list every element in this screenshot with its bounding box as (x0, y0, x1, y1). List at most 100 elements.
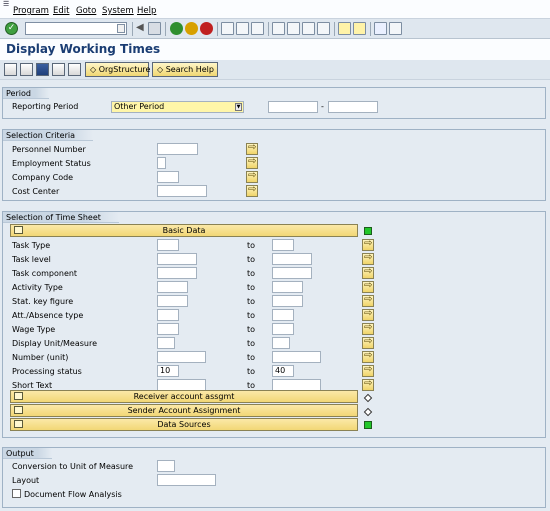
multiple-selection-button[interactable] (362, 336, 374, 349)
menu-help[interactable]: Help (137, 6, 156, 16)
range-to-field[interactable] (272, 239, 294, 251)
next-page-icon[interactable] (302, 22, 315, 35)
menu-goto[interactable]: Goto (76, 6, 96, 16)
multiple-selection-button[interactable] (362, 364, 374, 377)
back-arrow-icon[interactable]: ◀ (136, 22, 144, 33)
sender-account-block[interactable]: Sender Account Assignment (10, 404, 358, 417)
command-dropdown-icon[interactable] (117, 24, 125, 33)
enter-icon[interactable]: ✓ (5, 22, 18, 35)
multiple-selection-button[interactable] (362, 294, 374, 307)
create-session-icon[interactable] (338, 22, 351, 35)
personnel-number-field[interactable] (157, 143, 198, 155)
cancel-icon[interactable] (200, 22, 213, 35)
print-icon[interactable] (221, 22, 234, 35)
company-code-field[interactable] (157, 171, 179, 183)
period-dash: - (321, 102, 324, 111)
basic-data-block[interactable]: Basic Data (10, 224, 358, 237)
first-page-icon[interactable] (272, 22, 285, 35)
save-icon[interactable] (148, 22, 161, 35)
multiple-selection-button[interactable] (362, 266, 374, 279)
multiple-selection-button[interactable] (362, 238, 374, 251)
multiple-selection-button[interactable] (362, 378, 374, 391)
range-from-field[interactable] (157, 281, 188, 293)
range-to-label: to (247, 353, 256, 362)
range-from-field[interactable] (157, 253, 197, 265)
multiple-selection-button[interactable] (246, 142, 258, 155)
menu-program[interactable]: Program (13, 6, 49, 16)
range-from-field[interactable] (157, 351, 206, 363)
output-group: Output Conversion to Unit of Measure Lay… (2, 447, 546, 508)
document-flow-label: Document Flow Analysis (24, 490, 122, 499)
menu-edit[interactable]: Edit (53, 6, 69, 16)
help-icon[interactable] (374, 22, 387, 35)
range-from-field[interactable] (157, 337, 175, 349)
range-to-field[interactable] (272, 351, 321, 363)
time-sheet-row-label: Task component (12, 269, 78, 278)
cost-center-field[interactable] (157, 185, 207, 197)
period-to-field[interactable] (328, 101, 378, 113)
system-toolbar: ✓ ◀ (0, 19, 550, 39)
find-next-icon[interactable] (251, 22, 264, 35)
reporting-period-select[interactable]: Other Period ▼ (111, 101, 244, 113)
range-from-field[interactable]: 10 (157, 365, 179, 377)
range-from-field[interactable] (157, 295, 188, 307)
multiple-selection-button[interactable] (362, 308, 374, 321)
range-to-label: to (247, 297, 256, 306)
multiple-selection-button[interactable] (246, 184, 258, 197)
range-from-field[interactable] (157, 309, 179, 321)
selection-options-icon[interactable] (52, 63, 65, 76)
data-sources-label: Data Sources (157, 420, 211, 429)
menu-system[interactable]: System (102, 6, 134, 16)
exit-icon[interactable] (185, 22, 198, 35)
range-to-field[interactable]: 40 (272, 365, 294, 377)
range-from-field[interactable] (157, 323, 179, 335)
dynamic-selections-icon[interactable] (68, 63, 81, 76)
range-to-field[interactable] (272, 337, 290, 349)
search-help-button[interactable]: ◇ Search Help (152, 62, 218, 77)
orgstructure-button[interactable]: ◇ OrgStructure (85, 62, 150, 77)
back-icon[interactable] (170, 22, 183, 35)
variant-icon[interactable] (20, 63, 33, 76)
range-to-field[interactable] (272, 323, 294, 335)
cost-center-label: Cost Center (12, 187, 60, 196)
dropdown-icon[interactable]: ▼ (235, 103, 242, 111)
range-to-field[interactable] (272, 281, 303, 293)
info-icon[interactable] (36, 63, 49, 76)
toolbar-separator (334, 22, 335, 36)
period-from-field[interactable] (268, 101, 318, 113)
range-to-field[interactable] (272, 267, 312, 279)
document-flow-checkbox[interactable] (12, 489, 21, 498)
receiver-account-block[interactable]: Receiver account assgmt (10, 390, 358, 403)
shortcut-icon[interactable] (353, 22, 366, 35)
execute-icon[interactable] (4, 63, 17, 76)
multiple-selection-button[interactable] (362, 252, 374, 265)
layout-menu-icon[interactable] (389, 22, 402, 35)
range-to-field[interactable] (272, 253, 312, 265)
range-from-field[interactable] (157, 267, 197, 279)
range-to-label: to (247, 269, 256, 278)
find-icon[interactable] (236, 22, 249, 35)
toolbar-separator (132, 22, 133, 36)
multiple-selection-button[interactable] (362, 280, 374, 293)
expand-block-icon[interactable] (14, 420, 23, 428)
multiple-selection-button[interactable] (362, 350, 374, 363)
sap-menu-icon[interactable]: ☰ (3, 1, 12, 8)
conversion-field[interactable] (157, 460, 175, 472)
multiple-selection-button[interactable] (246, 170, 258, 183)
command-field[interactable] (25, 22, 127, 35)
collapse-block-icon[interactable] (14, 226, 23, 234)
multiple-selection-button[interactable] (362, 322, 374, 335)
expand-block-icon[interactable] (14, 406, 23, 414)
multiple-selection-button[interactable] (246, 156, 258, 169)
range-from-field[interactable] (157, 239, 179, 251)
employment-status-field[interactable] (157, 157, 166, 169)
range-to-field[interactable] (272, 309, 294, 321)
last-page-icon[interactable] (317, 22, 330, 35)
previous-page-icon[interactable] (287, 22, 300, 35)
expand-block-icon[interactable] (14, 392, 23, 400)
basic-data-label: Basic Data (162, 226, 206, 235)
status-led-icon (364, 227, 372, 235)
layout-field[interactable] (157, 474, 216, 486)
data-sources-block[interactable]: Data Sources (10, 418, 358, 431)
range-to-field[interactable] (272, 295, 303, 307)
